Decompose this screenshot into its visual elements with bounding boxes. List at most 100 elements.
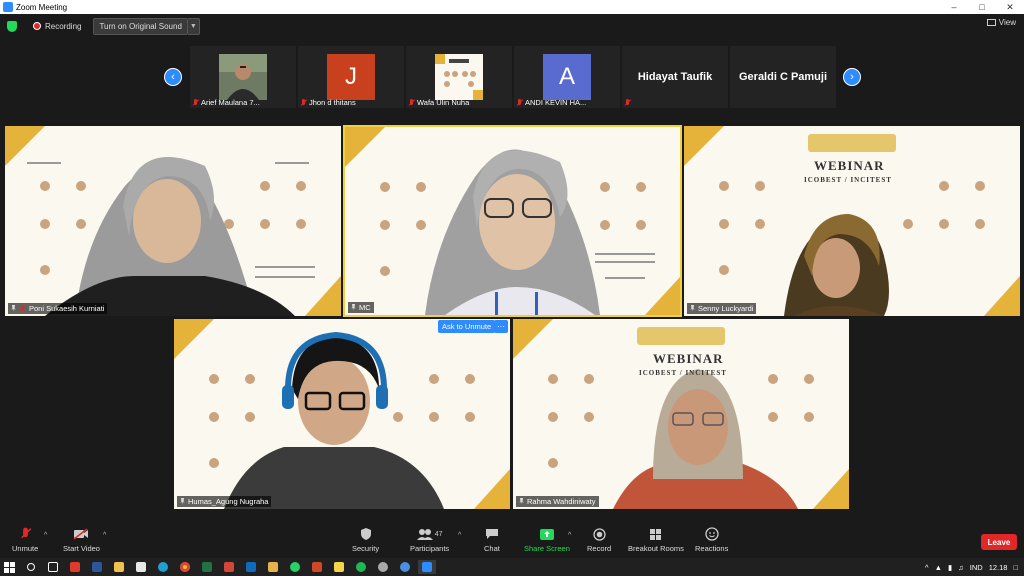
security-label: Security xyxy=(352,544,380,553)
breakout-rooms-button[interactable]: Breakout Rooms xyxy=(628,526,684,553)
language-indicator[interactable]: IND xyxy=(970,563,983,572)
participants-label: Participants xyxy=(410,544,450,553)
settings-gear-icon[interactable] xyxy=(374,560,392,574)
share-screen-label: Share Screen xyxy=(524,544,570,553)
participant-thumb[interactable]: Hidayat Taufik xyxy=(622,46,728,108)
security-button[interactable]: Security xyxy=(352,526,379,553)
video-tile[interactable]: Poni Sukaesih Kurniati xyxy=(5,126,341,316)
os-taskbar: ^ ▲ ▮ ♫ IND 12.18 □ xyxy=(0,558,1024,576)
video-tile[interactable]: WEBINAR ICOBEST / INCITEST Rahma Wahdini… xyxy=(513,319,849,509)
participant-name: Rahma Wahdiniwaty xyxy=(527,497,596,506)
recording-icon xyxy=(33,22,41,30)
slide-title: WEBINAR xyxy=(653,351,724,366)
unmute-label: Unmute xyxy=(12,544,39,553)
participant-thumb[interactable]: A ANDI KEVIN HA... xyxy=(514,46,620,108)
pin-icon xyxy=(351,304,356,311)
pin-icon xyxy=(690,305,695,312)
strip-prev-button[interactable]: ‹ xyxy=(164,68,182,86)
participant-name: Arief Maulana 7... xyxy=(201,98,260,107)
store-app-icon[interactable] xyxy=(132,560,150,574)
strip-next-button[interactable]: › xyxy=(843,68,861,86)
powerpoint-app-icon[interactable] xyxy=(308,560,326,574)
spotify-icon[interactable] xyxy=(352,560,370,574)
audio-options-caret[interactable]: ^ xyxy=(44,532,47,539)
participant-name: MC xyxy=(359,303,371,312)
mic-muted-icon xyxy=(408,98,415,107)
zoom-logo-icon xyxy=(3,2,13,12)
avatar: A xyxy=(543,54,591,100)
participant-strip: Arief Maulana 7... J Jhon d thitans Wafa… xyxy=(190,46,836,108)
record-icon xyxy=(592,526,606,542)
browser-icon[interactable] xyxy=(396,560,414,574)
sticky-notes-icon[interactable] xyxy=(330,560,348,574)
mic-muted-icon xyxy=(516,98,523,107)
ask-to-unmute-button[interactable]: Ask to Unmute xyxy=(438,320,496,333)
pdf-app-icon[interactable] xyxy=(66,560,84,574)
record-button[interactable]: Record xyxy=(587,526,611,553)
notifications-icon[interactable]: □ xyxy=(1013,563,1018,572)
security-shield-icon[interactable] xyxy=(7,20,17,32)
participant-thumb[interactable]: J Jhon d thitans xyxy=(298,46,404,108)
search-icon[interactable] xyxy=(22,560,40,574)
edge-browser-icon[interactable] xyxy=(154,560,172,574)
chat-icon xyxy=(485,526,499,542)
video-feed xyxy=(684,126,1020,316)
start-menu-icon[interactable] xyxy=(0,560,18,574)
task-view-icon[interactable] xyxy=(44,560,62,574)
zoom-app-icon[interactable] xyxy=(418,560,436,574)
pin-icon xyxy=(519,498,524,505)
gmail-app-icon[interactable] xyxy=(220,560,238,574)
close-button[interactable]: ✕ xyxy=(996,2,1024,13)
start-video-button[interactable]: Start Video xyxy=(63,526,100,553)
chat-button[interactable]: Chat xyxy=(484,526,500,553)
participant-thumb[interactable]: Arief Maulana 7... xyxy=(190,46,296,108)
mail-app-icon[interactable] xyxy=(242,560,260,574)
video-tile[interactable]: Humas_Agung Nugraha xyxy=(174,319,510,509)
video-tile[interactable]: WEBINAR ICOBEST / INCITEST Senny Luckyar… xyxy=(684,126,1020,316)
video-feed xyxy=(174,319,510,509)
participant-name: Jhon d thitans xyxy=(309,98,356,107)
whatsapp-icon[interactable] xyxy=(286,560,304,574)
window-title: Zoom Meeting xyxy=(16,2,68,12)
participant-name: ANDI KEVIN HA... xyxy=(525,98,587,107)
more-options-button[interactable]: ··· xyxy=(494,320,508,333)
share-screen-button[interactable]: Share Screen xyxy=(524,526,570,553)
participant-display-name: Hidayat Taufik xyxy=(637,71,713,83)
unmute-button[interactable]: Unmute xyxy=(12,526,38,553)
folder-icon[interactable] xyxy=(264,560,282,574)
original-sound-button[interactable]: Turn on Original Sound xyxy=(93,17,188,35)
meeting-toolbar: Unmute ^ Start Video ^ Security 47 Parti… xyxy=(0,524,1024,558)
network-icon[interactable]: ▲ xyxy=(935,563,942,572)
share-options-caret[interactable]: ^ xyxy=(568,532,571,539)
chevron-up-icon[interactable]: ^ xyxy=(925,563,929,572)
word-app-icon[interactable] xyxy=(88,560,106,574)
original-sound-dropdown[interactable]: ▼ xyxy=(187,17,200,35)
record-label: Record xyxy=(587,544,612,553)
battery-icon[interactable]: ▮ xyxy=(948,563,952,572)
video-tile-active-speaker[interactable]: MC xyxy=(343,125,682,317)
participants-options-caret[interactable]: ^ xyxy=(458,532,461,539)
volume-icon[interactable]: ♫ xyxy=(958,563,964,572)
recording-label: Recording xyxy=(45,21,82,31)
excel-app-icon[interactable] xyxy=(198,560,216,574)
reactions-button[interactable]: Reactions xyxy=(695,526,728,553)
participant-thumb[interactable]: Geraldi C Pamuji xyxy=(730,46,836,108)
video-feed xyxy=(513,319,849,509)
participant-name: Poni Sukaesih Kurniati xyxy=(29,304,105,313)
leave-button[interactable]: Leave xyxy=(981,534,1017,550)
view-button[interactable]: View xyxy=(986,18,1016,27)
participant-thumb[interactable]: Wafa Ulin Nuha xyxy=(406,46,512,108)
participants-button[interactable]: 47 Participants xyxy=(410,526,449,553)
participants-count: 47 xyxy=(434,530,443,538)
video-options-caret[interactable]: ^ xyxy=(103,532,106,539)
video-feed xyxy=(5,126,341,316)
minimize-button[interactable]: – xyxy=(940,2,968,12)
maximize-button[interactable]: □ xyxy=(968,2,996,12)
file-explorer-icon[interactable] xyxy=(110,560,128,574)
video-off-icon xyxy=(73,526,89,542)
pin-icon xyxy=(11,305,16,312)
mic-muted-icon xyxy=(300,98,307,107)
chrome-browser-icon[interactable] xyxy=(176,560,194,574)
participant-name: Senny Luckyardi xyxy=(698,304,754,313)
clock[interactable]: 12.18 xyxy=(989,563,1008,572)
